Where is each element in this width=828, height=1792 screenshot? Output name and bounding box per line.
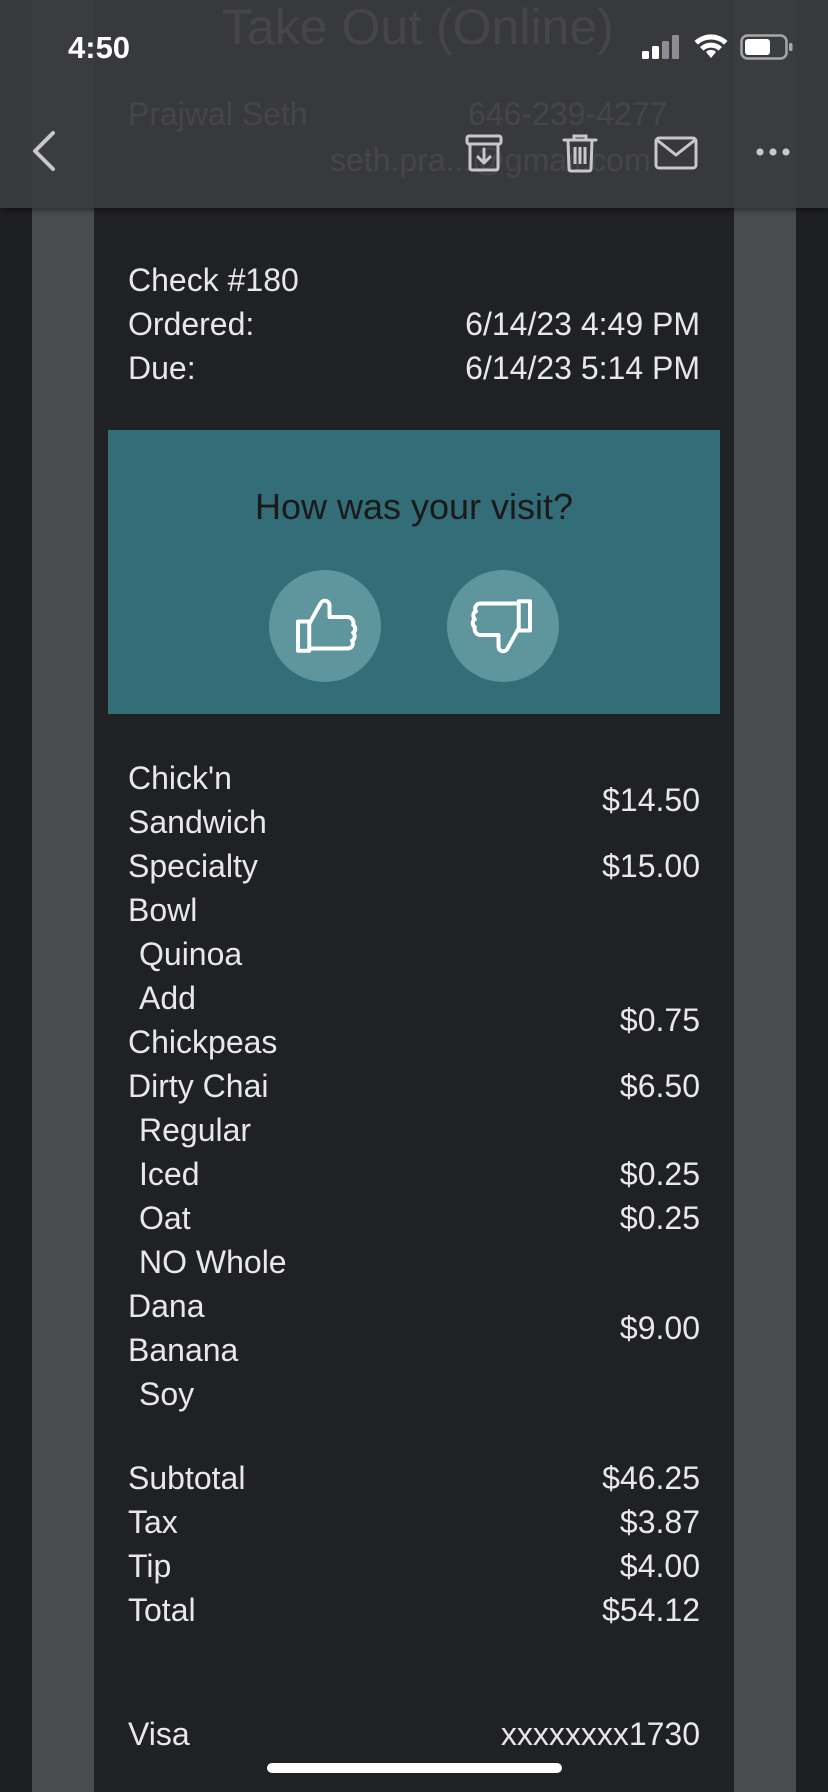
tax-label: Tax: [128, 1504, 178, 1540]
ghost-customer-name: Prajwal Seth: [128, 96, 308, 132]
line-item-modifier: Quinoa: [128, 932, 700, 976]
line-item-modifier: Oat $0.25: [128, 1196, 700, 1240]
chevron-left-icon: [33, 131, 55, 171]
cellular-signal-icon: [642, 35, 679, 59]
item-price: $15.00: [602, 848, 700, 884]
archive-button[interactable]: [458, 128, 510, 178]
battery-icon: [740, 34, 793, 60]
right-gutter: [734, 0, 796, 1792]
tip-row: Tip $4.00: [128, 1544, 700, 1588]
total-row: Total $54.12: [128, 1588, 700, 1632]
line-item: Dana Banana $9.00: [128, 1284, 700, 1372]
line-item-modifier: NO Whole: [128, 1240, 700, 1284]
thumbs-up-icon: [296, 598, 358, 653]
item-price: $9.00: [619, 1310, 700, 1346]
total-value: $54.12: [602, 1592, 700, 1628]
payment-card: xxxxxxxx1730: [500, 1716, 700, 1752]
left-gutter: [32, 0, 94, 1792]
item-name: Sandwich: [128, 804, 267, 840]
line-item-modifier: Iced $0.25: [128, 1152, 700, 1196]
item-price: $0.25: [619, 1200, 700, 1236]
due-label: Due:: [128, 350, 196, 386]
feedback-question: How was your visit?: [254, 486, 574, 527]
modifier-name: Quinoa: [139, 936, 243, 972]
modifier-name: Oat: [139, 1200, 191, 1236]
modifier-name: Regular: [139, 1112, 252, 1148]
modifier-name: Chickpeas: [128, 1024, 278, 1060]
item-price: $0.25: [619, 1156, 700, 1192]
ordered-value: 6/14/23 4:49 PM: [465, 306, 700, 342]
thumbs-up-button[interactable]: [269, 570, 381, 682]
item-name: Dana: [128, 1288, 205, 1324]
item-name: Banana: [128, 1332, 239, 1368]
status-icons: [642, 34, 794, 60]
line-item: Specialty Bowl $15.00: [128, 844, 700, 932]
wifi-icon: [694, 34, 728, 58]
feedback-panel: How was your visit?: [108, 430, 720, 714]
modifier-name: NO Whole: [139, 1244, 287, 1280]
trash-icon: [562, 134, 598, 173]
item-price: $14.50: [602, 782, 700, 818]
check-number: Check #180: [128, 262, 299, 298]
archive-icon: [465, 134, 503, 172]
thumbs-down-button[interactable]: [447, 570, 559, 682]
line-item-modifier: Add Chickpeas $0.75: [128, 976, 700, 1064]
payment-method: Visa: [128, 1716, 190, 1752]
payment-row: Visa xxxxxxxx1730: [128, 1712, 700, 1756]
total-label: Total: [128, 1592, 196, 1628]
thumbs-down-icon: [470, 599, 532, 654]
tip-value: $4.00: [619, 1548, 700, 1584]
more-button[interactable]: [748, 134, 798, 170]
modifier-name: Iced: [139, 1156, 200, 1192]
item-name: Bowl: [128, 892, 198, 928]
line-item: Dirty Chai $6.50: [128, 1064, 700, 1108]
mail-button[interactable]: [650, 128, 702, 178]
back-button[interactable]: [22, 126, 66, 176]
subtotal-label: Subtotal: [128, 1460, 246, 1496]
item-price: $6.50: [619, 1068, 700, 1104]
delete-button[interactable]: [554, 128, 606, 178]
modifier-name: Add: [139, 980, 196, 1016]
tip-label: Tip: [128, 1548, 172, 1584]
ghost-title: Take Out (Online): [222, 0, 614, 55]
due-row: Due: 6/14/23 5:14 PM: [128, 346, 700, 390]
subtotal-value: $46.25: [602, 1460, 700, 1496]
subtotal-row: Subtotal $46.25: [128, 1456, 700, 1500]
item-name: Specialty: [128, 848, 258, 884]
tax-row: Tax $3.87: [128, 1500, 700, 1544]
line-item: Chick'n Sandwich $14.50: [128, 756, 700, 844]
item-price: $0.75: [619, 1002, 700, 1038]
top-bar: Take Out (Online) Prajwal Seth 646-239-4…: [0, 0, 828, 208]
mail-icon: [654, 136, 698, 170]
more-horizontal-icon: [756, 148, 790, 156]
home-indicator[interactable]: [267, 1763, 562, 1773]
due-value: 6/14/23 5:14 PM: [465, 350, 700, 386]
ordered-label: Ordered:: [128, 306, 255, 342]
ordered-row: Ordered: 6/14/23 4:49 PM: [128, 302, 700, 346]
check-number-row: Check #180: [128, 258, 700, 302]
status-time: 4:50: [68, 30, 131, 65]
line-item-modifier: Regular: [128, 1108, 700, 1152]
item-name: Dirty Chai: [128, 1068, 269, 1104]
line-item-modifier: Soy: [128, 1372, 700, 1416]
tax-value: $3.87: [619, 1504, 700, 1540]
item-name: Chick'n: [128, 760, 232, 796]
modifier-name: Soy: [139, 1376, 195, 1412]
